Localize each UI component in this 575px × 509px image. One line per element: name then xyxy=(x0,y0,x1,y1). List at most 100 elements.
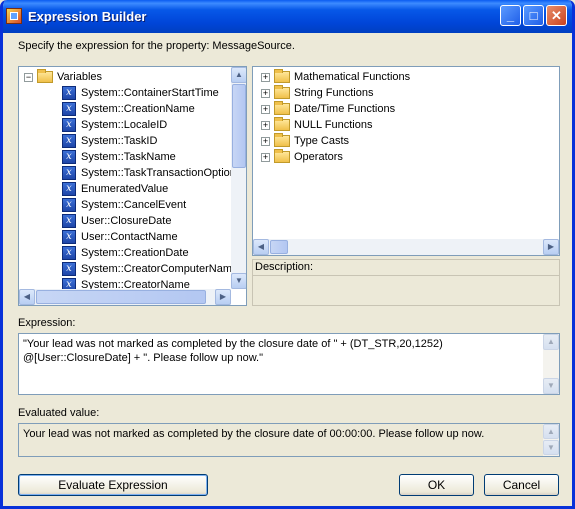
variable-item[interactable]: x System::CancelEvent xyxy=(62,197,186,213)
evaluated-text: Your lead was not marked as completed by… xyxy=(23,428,485,440)
variable-icon: x xyxy=(62,182,76,197)
function-category[interactable]: + NULL Functions xyxy=(261,117,372,133)
function-category-label: Mathematical Functions xyxy=(294,71,411,83)
expand-icon[interactable]: + xyxy=(261,152,270,162)
func-scroll-right-button[interactable]: ▶ xyxy=(543,239,559,255)
variable-icon: x xyxy=(62,86,76,101)
folder-icon xyxy=(274,69,290,84)
scroll-thumb[interactable] xyxy=(232,84,246,168)
variable-item[interactable]: x System::CreationName xyxy=(62,101,195,117)
description-label: Description: xyxy=(253,260,559,276)
expr-scroll-down[interactable]: ▼ xyxy=(543,378,559,394)
maximize-button[interactable]: □ xyxy=(523,5,544,26)
variable-icon: x xyxy=(62,230,76,245)
evaluated-scrollbar: ▲ ▼ xyxy=(543,424,559,456)
variable-label: System::TaskName xyxy=(81,151,176,163)
function-category-label: Date/Time Functions xyxy=(294,103,396,115)
variable-icon: x xyxy=(62,166,76,181)
variable-label: System::CreatorComputerName xyxy=(81,263,239,275)
evaluate-expression-button[interactable]: Evaluate Expression xyxy=(18,474,208,496)
evaluated-label: Evaluated value: xyxy=(18,407,100,419)
variables-vertical-scrollbar[interactable]: ▲ ▼ xyxy=(231,67,246,289)
variable-item[interactable]: x EnumeratedValue xyxy=(62,181,168,197)
expand-icon[interactable]: + xyxy=(261,136,270,146)
variable-label: System::LocaleID xyxy=(81,119,168,131)
variable-icon: x xyxy=(62,150,76,165)
collapse-icon[interactable]: − xyxy=(24,72,33,82)
ok-button[interactable]: OK xyxy=(399,474,474,496)
variable-icon: x xyxy=(62,102,76,117)
variable-item[interactable]: x System::TaskID xyxy=(62,133,157,149)
expand-icon[interactable]: + xyxy=(261,72,270,82)
variable-label: EnumeratedValue xyxy=(81,183,169,195)
variables-tree[interactable]: − Variables x System::ContainerStartTime x S… xyxy=(18,66,247,306)
function-category[interactable]: + Operators xyxy=(261,149,343,165)
variable-icon: x xyxy=(62,118,76,133)
expression-builder-window: Expression Builder _ □ ✕ Specify the exp… xyxy=(0,0,575,509)
app-icon xyxy=(6,8,22,24)
evaluated-value-box: Your lead was not marked as completed by… xyxy=(18,423,560,457)
variable-item[interactable]: x User::ClosureDate xyxy=(62,213,171,229)
variable-item[interactable]: x User::ContactName xyxy=(62,229,178,245)
variable-label: System::CreationName xyxy=(81,103,195,115)
minimize-button[interactable]: _ xyxy=(500,5,521,26)
variable-item[interactable]: x System::LocaleID xyxy=(62,117,167,133)
scroll-up-button[interactable]: ▲ xyxy=(231,67,246,83)
variable-label: System::TaskID xyxy=(81,135,158,147)
property-prompt: Specify the expression for the property:… xyxy=(18,40,295,52)
variable-label: System::CancelEvent xyxy=(81,199,187,211)
folder-icon xyxy=(274,101,290,116)
function-category-label: Operators xyxy=(294,151,343,163)
variable-icon: x xyxy=(62,246,76,261)
folder-open-icon xyxy=(37,69,53,84)
tree-root-label: Variables xyxy=(57,71,103,83)
variable-item[interactable]: x System::TaskTransactionOption xyxy=(62,165,236,181)
variable-label: System::CreationDate xyxy=(81,247,189,259)
description-panel: Description: xyxy=(252,259,560,306)
expr-scroll-up[interactable]: ▲ xyxy=(543,334,559,350)
folder-icon xyxy=(274,149,290,164)
folder-icon xyxy=(274,117,290,132)
variable-item[interactable]: x System::ContainerStartTime xyxy=(62,85,219,101)
variables-horizontal-scrollbar[interactable]: ◀ ▶ xyxy=(19,289,231,305)
function-category[interactable]: + Mathematical Functions xyxy=(261,69,410,85)
functions-horizontal-scrollbar[interactable]: ◀ ▶ xyxy=(253,239,559,255)
variable-label: User::ClosureDate xyxy=(81,215,172,227)
expression-label: Expression: xyxy=(18,317,76,329)
title-bar[interactable]: Expression Builder _ □ ✕ xyxy=(3,0,572,33)
expand-icon[interactable]: + xyxy=(261,120,270,130)
eval-scroll-up: ▲ xyxy=(543,424,559,439)
variable-label: System::ContainerStartTime xyxy=(81,87,219,99)
variable-icon: x xyxy=(62,262,76,277)
tree-root-variables[interactable]: − Variables xyxy=(24,69,102,85)
expression-textbox[interactable]: "Your lead was not marked as completed b… xyxy=(18,333,560,395)
variable-item[interactable]: x System::CreatorComputerName xyxy=(62,261,238,277)
hscroll-thumb[interactable] xyxy=(36,290,206,304)
variable-item[interactable]: x System::CreationDate xyxy=(62,245,189,261)
expand-icon[interactable]: + xyxy=(261,88,270,98)
cancel-button[interactable]: Cancel xyxy=(484,474,559,496)
folder-icon xyxy=(274,133,290,148)
expression-scrollbar[interactable]: ▲ ▼ xyxy=(543,334,559,394)
function-category-label: NULL Functions xyxy=(294,119,373,131)
scroll-left-button[interactable]: ◀ xyxy=(19,289,35,305)
variable-icon: x xyxy=(62,214,76,229)
function-category[interactable]: + Type Casts xyxy=(261,133,349,149)
folder-icon xyxy=(274,85,290,100)
scroll-down-button[interactable]: ▼ xyxy=(231,273,246,289)
functions-tree[interactable]: + Mathematical Functions + String Functions… xyxy=(252,66,560,256)
close-button[interactable]: ✕ xyxy=(546,5,567,26)
function-category[interactable]: + String Functions xyxy=(261,85,373,101)
func-hscroll-thumb[interactable] xyxy=(270,240,288,254)
func-scroll-left-button[interactable]: ◀ xyxy=(253,239,269,255)
window-title: Expression Builder xyxy=(28,9,147,24)
variable-label: System::TaskTransactionOption xyxy=(81,167,236,179)
function-category-label: String Functions xyxy=(294,87,374,99)
variable-item[interactable]: x System::TaskName xyxy=(62,149,176,165)
expand-icon[interactable]: + xyxy=(261,104,270,114)
scroll-right-button[interactable]: ▶ xyxy=(215,289,231,305)
variable-label: User::ContactName xyxy=(81,231,178,243)
variable-icon: x xyxy=(62,198,76,213)
function-category[interactable]: + Date/Time Functions xyxy=(261,101,395,117)
eval-scroll-down: ▼ xyxy=(543,440,559,455)
